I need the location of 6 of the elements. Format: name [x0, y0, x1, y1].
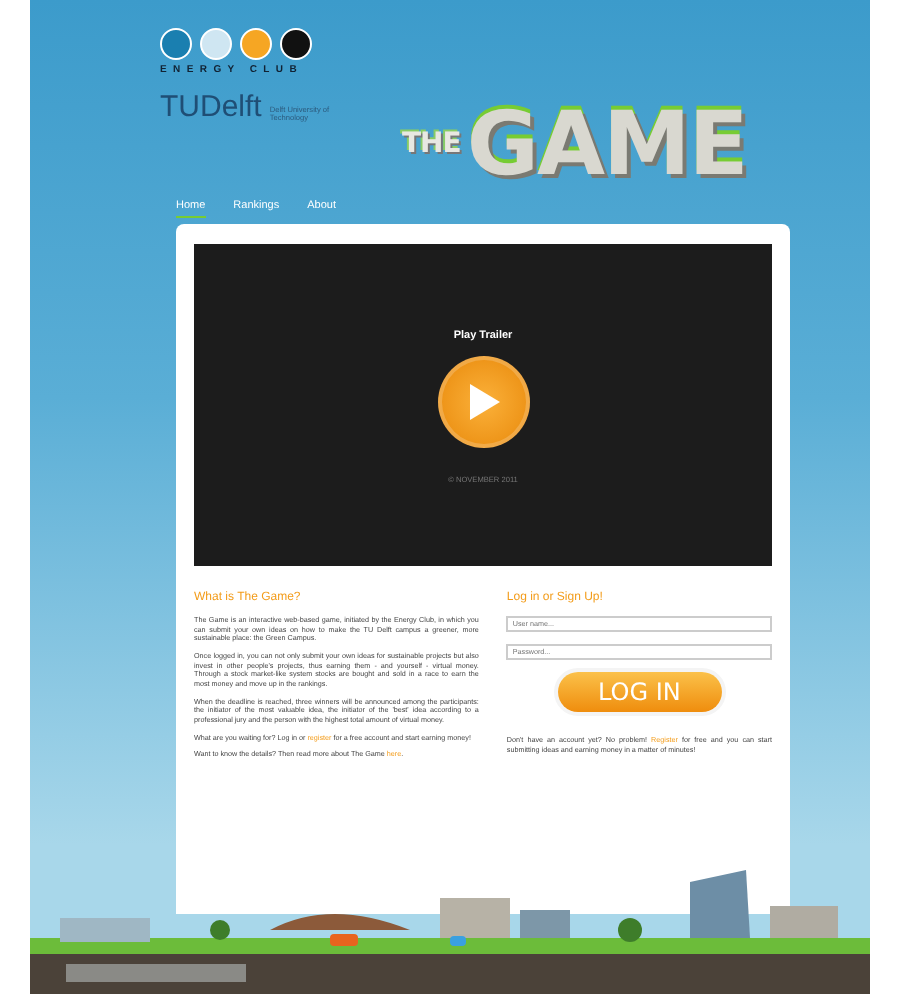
play-icon — [465, 382, 501, 423]
game-logo-small: THE — [402, 126, 461, 164]
game-logo: GAME — [466, 102, 747, 190]
play-button[interactable] — [437, 356, 529, 449]
university-logo: TUDelft — [160, 92, 262, 122]
login-button[interactable]: LOG IN — [557, 672, 722, 712]
